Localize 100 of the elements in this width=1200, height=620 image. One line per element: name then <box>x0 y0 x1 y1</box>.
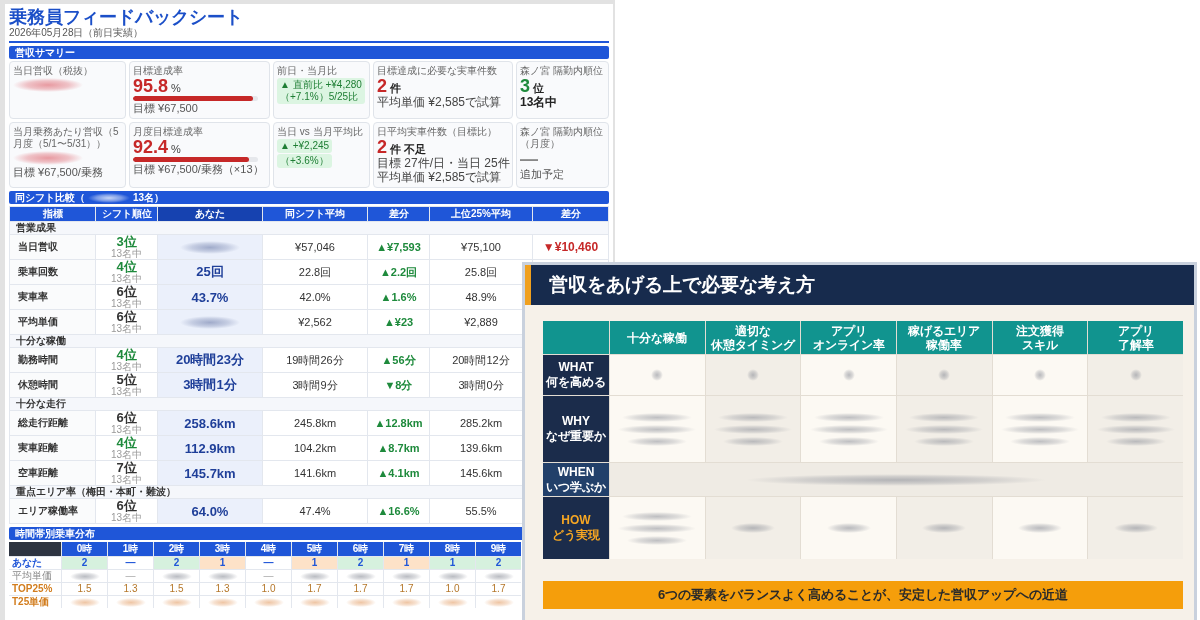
card-note: 追加予定 <box>520 168 564 181</box>
column-header: 上位25%平均 <box>430 207 532 221</box>
column-header: 3時 <box>200 542 245 556</box>
table-cell: 1.0 <box>430 583 475 595</box>
table-cell: 245.8km <box>263 411 367 435</box>
card-value: 2 件 <box>377 77 401 95</box>
card-note: 目標 ¥67,500/乗務 <box>13 166 103 179</box>
table-cell: ¥75,100 <box>430 235 532 259</box>
card-value: 92.4 % <box>133 138 181 156</box>
metric-label: 乗車回数 <box>10 260 95 284</box>
change-badge: ▲ +¥2,245 <box>277 139 333 153</box>
metric-label: 当日営収 <box>10 235 95 259</box>
blurred-text <box>747 369 759 381</box>
rank-value: 3位 <box>116 235 137 248</box>
rank-note: 13名中 <box>110 323 143 334</box>
column-header: 4時 <box>246 542 291 556</box>
rank-value: 4位 <box>116 436 137 449</box>
table-cell: 1 <box>430 557 475 569</box>
card-note: 目標 ¥67,500 <box>133 102 198 115</box>
card-label: 当日 vs 当月平均比 <box>277 126 363 138</box>
change-badge: （+3.6%） <box>277 154 332 168</box>
table-cell: 145.7km <box>158 461 262 485</box>
card-value: — <box>520 150 538 168</box>
table-cell: 2 <box>154 557 199 569</box>
column-header: あなた <box>158 207 262 221</box>
table-cell: 20時間23分 <box>158 348 262 372</box>
table-cell: ¥2,562 <box>263 310 367 334</box>
table-cell: ▲8.7km <box>368 436 429 460</box>
section-header: 営収サマリー <box>9 46 609 59</box>
column-header: シフト順位 <box>96 207 157 221</box>
rank-value: 6位 <box>116 310 137 323</box>
card-value: 2 件 不足 <box>377 138 427 156</box>
metric-label: 実車率 <box>10 285 95 309</box>
metric-label: 勤務時間 <box>10 348 95 372</box>
table-cell: — <box>246 557 291 569</box>
table-cell: 1 <box>292 557 337 569</box>
rank-note: 13名中 <box>110 386 143 397</box>
table-cell: 112.9km <box>158 436 262 460</box>
rank-value: 6位 <box>116 285 137 298</box>
table-cell: 141.6km <box>263 461 367 485</box>
rank-note: 13名中 <box>110 474 143 485</box>
metric-label: 空車距離 <box>10 461 95 485</box>
rank-note: 13名中 <box>110 248 143 259</box>
table-cell: ▲12.8km <box>368 411 429 435</box>
column-header: 0時 <box>62 542 107 556</box>
card-label: 森ノ宮 隔勤内順位 <box>520 65 603 77</box>
table-cell: ▲1.6% <box>368 285 429 309</box>
column-header: 5時 <box>292 542 337 556</box>
blurred-text <box>651 369 664 381</box>
rank-value: 5位 <box>116 373 137 386</box>
table-cell: 2 <box>338 557 383 569</box>
section-title: 13名） <box>133 191 165 204</box>
group-header: 営業成果 <box>10 222 608 234</box>
metric-label: 総走行距離 <box>10 411 95 435</box>
column-header: 同シフト平均 <box>263 207 367 221</box>
metric-label: 実車距離 <box>10 436 95 460</box>
rank-value: 4位 <box>116 260 137 273</box>
table-cell: ▼¥10,460 <box>533 235 608 259</box>
table-cell: ▼8分 <box>368 373 429 397</box>
row-label: あなた <box>9 557 61 569</box>
table-cell: 47.4% <box>263 499 367 523</box>
table-cell: — <box>108 570 153 582</box>
table-cell: 43.7% <box>158 285 262 309</box>
table-cell: 3時間1分 <box>158 373 262 397</box>
table-cell: 19時間26分 <box>263 348 367 372</box>
table-cell: 1 <box>384 557 429 569</box>
table-cell: 22.8回 <box>263 260 367 284</box>
card-note: 平均単価 ¥2,585で試算 <box>377 95 502 109</box>
column-header: アプリ 了解率 <box>1088 321 1183 354</box>
blurred-text <box>1129 369 1142 381</box>
table-cell: ▲16.6% <box>368 499 429 523</box>
table-cell: 104.2km <box>263 436 367 460</box>
card-note: 目標 ¥67,500/乗務（×13） <box>133 163 264 176</box>
blurred-text <box>938 369 951 381</box>
table-cell: ¥57,046 <box>263 235 367 259</box>
slide-banner: 6つの要素をバランスよく高めることが、安定した営収アップへの近道 <box>543 581 1183 609</box>
card-note: 13名中 <box>520 95 558 109</box>
rank-note: 13名中 <box>110 512 143 523</box>
table-cell: 25回 <box>158 260 262 284</box>
card-label: 目標達成率 <box>133 65 183 77</box>
sheet-date: 2026年05月28日（前日実績） <box>9 27 145 39</box>
table-cell: 1.7 <box>384 583 429 595</box>
rank-value: 6位 <box>116 499 137 512</box>
table-cell: 1.5 <box>154 583 199 595</box>
column-header: 差分 <box>533 207 608 221</box>
table-cell: 2 <box>62 557 107 569</box>
table-cell: 1 <box>200 557 245 569</box>
slide-title: 営収をあげる上で必要な考え方 <box>525 265 1194 305</box>
table-cell: 25.8回 <box>430 260 532 284</box>
table-cell: ▲56分 <box>368 348 429 372</box>
card-label: 当月乗務あたり営収（5月度（5/1〜5/31）） <box>13 126 120 150</box>
column-header: 適切な 休憩タイミング <box>705 321 801 354</box>
table-cell: 1.3 <box>108 583 153 595</box>
card-label: 前日・当月比 <box>277 65 337 77</box>
table-cell: 2 <box>476 557 521 569</box>
table-cell: ▲4.1km <box>368 461 429 485</box>
column-header: 7時 <box>384 542 429 556</box>
column-header: 2時 <box>154 542 199 556</box>
card-label: 当日営収（税抜） <box>13 65 93 77</box>
column-header: 注文獲得 スキル <box>992 321 1088 354</box>
